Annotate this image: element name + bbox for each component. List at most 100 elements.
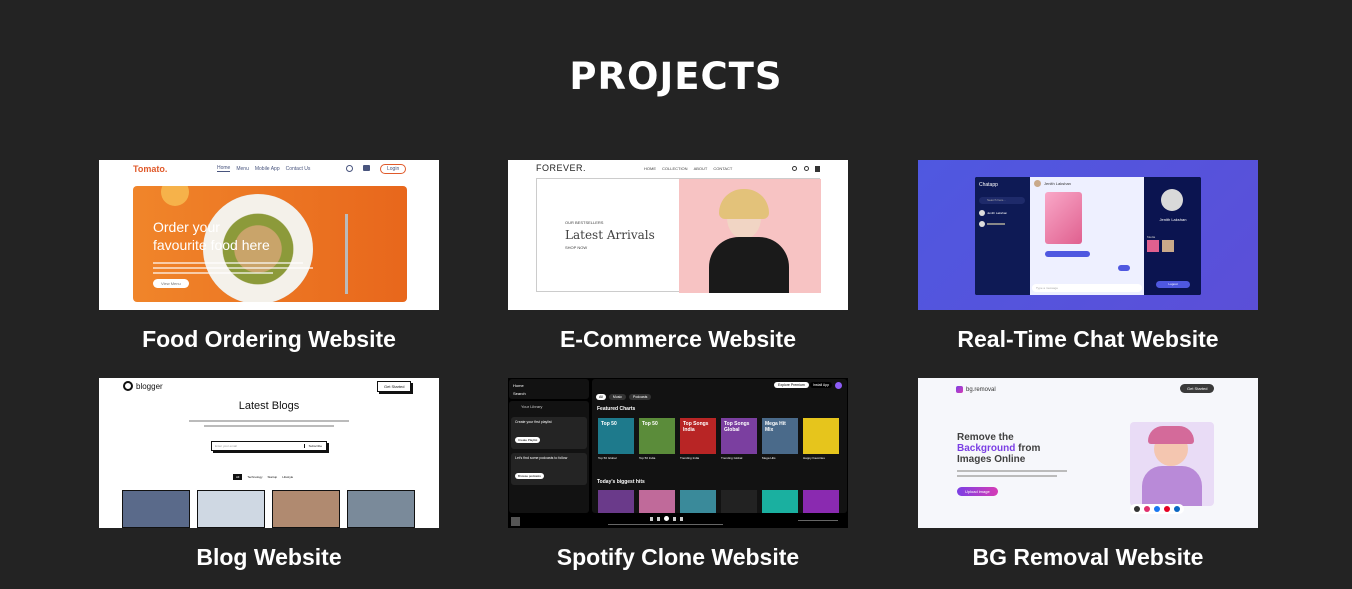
repeat-icon[interactable] <box>680 516 683 521</box>
media-thumbnail[interactable] <box>1147 240 1159 252</box>
search-icon[interactable] <box>346 165 353 172</box>
play-icon[interactable] <box>664 516 669 521</box>
shuffle-icon[interactable] <box>650 516 653 521</box>
food-nav: Home Menu Mobile App Contact Us <box>217 165 310 172</box>
food-logo: Tomato. <box>133 164 168 174</box>
logout-button[interactable]: Logout <box>1156 281 1190 288</box>
hit-card[interactable] <box>639 490 675 513</box>
hit-card[interactable] <box>680 490 716 513</box>
project-card-chat[interactable]: Chatapp Search here... Jenith Lakshan Je… <box>918 160 1258 353</box>
volume-slider[interactable] <box>798 520 838 521</box>
view-menu-button[interactable]: View Menu <box>153 279 189 288</box>
hit-card[interactable] <box>721 490 757 513</box>
project-thumbnail[interactable]: FOREVER. HOME COLLECTION ABOUT CONTACT O… <box>508 160 848 310</box>
facebook-icon[interactable] <box>1154 506 1160 512</box>
blog-subscribe-button[interactable]: Subscribe <box>303 444 326 448</box>
search-icon[interactable] <box>792 166 797 171</box>
project-thumbnail[interactable]: Tomato. Home Menu Mobile App Contact Us … <box>99 160 439 310</box>
x-icon[interactable] <box>1134 506 1140 512</box>
progress-bar[interactable] <box>608 524 723 525</box>
media-thumbnail[interactable] <box>1162 240 1174 252</box>
blog-filter-startup[interactable]: Startup <box>268 475 278 479</box>
project-thumbnail[interactable]: blogger Get Started Latest Blogs Enter y… <box>99 378 439 528</box>
profile-icon[interactable] <box>804 166 809 171</box>
next-icon[interactable] <box>673 516 676 521</box>
blog-post-image[interactable] <box>122 490 190 528</box>
blog-post-image[interactable] <box>272 490 340 528</box>
project-thumbnail[interactable]: Chatapp Search here... Jenith Lakshan Je… <box>918 160 1258 310</box>
person-body-image <box>1142 466 1202 506</box>
chip-podcasts[interactable]: Podcasts <box>629 394 652 400</box>
blog-subtitle-line <box>204 425 334 427</box>
ecom-nav-about[interactable]: ABOUT <box>694 166 708 171</box>
share-icons <box>1130 504 1184 514</box>
spotify-search-link[interactable]: Search <box>513 390 585 398</box>
project-card-blog[interactable]: blogger Get Started Latest Blogs Enter y… <box>99 378 439 571</box>
browse-podcasts-button[interactable]: Browse podcasts <box>515 473 544 479</box>
hit-card[interactable] <box>762 490 798 513</box>
chart-card[interactable]: Mega Hit Mix Mega Hits <box>762 418 798 460</box>
instagram-icon[interactable] <box>1144 506 1150 512</box>
blog-filter-technology[interactable]: Technology <box>247 475 262 479</box>
ecom-nav-collection[interactable]: COLLECTION <box>662 166 688 171</box>
chat-search-input[interactable]: Search here... <box>979 197 1025 204</box>
bg-subtitle-line <box>957 475 1057 477</box>
hit-card[interactable] <box>803 490 839 513</box>
chip-all[interactable]: All <box>596 394 606 400</box>
project-title: BG Removal Website <box>972 544 1204 570</box>
blog-post-image[interactable] <box>197 490 265 528</box>
bg-preview-card <box>1130 422 1214 506</box>
project-card-bg-removal[interactable]: bg.removal Get Started Remove the Backgr… <box>918 378 1258 571</box>
blog-subtitle-line <box>189 420 349 422</box>
blog-get-started-button[interactable]: Get Started <box>377 381 412 392</box>
food-hero-text-line <box>153 272 273 274</box>
bg-get-started-button[interactable]: Get Started <box>1180 384 1215 393</box>
chat-message-input[interactable]: Type a message <box>1032 284 1142 292</box>
project-thumbnail[interactable]: Home Search Your Library Create your fir… <box>508 378 848 528</box>
featured-cards: Top 50 Top 50 Global Top 50 Top 50 India… <box>598 418 839 460</box>
project-card-food-ordering[interactable]: Tomato. Home Menu Mobile App Contact Us … <box>99 160 439 353</box>
chip-music[interactable]: Music <box>608 394 627 400</box>
chat-sidebar: Chatapp Search here... Jenith Lakshan <box>975 177 1030 295</box>
chart-card[interactable]: Top Songs Global Trending Global <box>721 418 757 460</box>
chat-contact-item[interactable] <box>979 221 1005 227</box>
linkedin-icon[interactable] <box>1174 506 1180 512</box>
project-title: Food Ordering Website <box>142 326 396 352</box>
upload-image-button[interactable]: Upload image <box>957 487 998 496</box>
ecom-nav: HOME COLLECTION ABOUT CONTACT <box>644 166 732 171</box>
food-nav-app[interactable]: Mobile App <box>255 166 280 172</box>
project-card-ecommerce[interactable]: FOREVER. HOME COLLECTION ABOUT CONTACT O… <box>508 160 848 353</box>
ecom-shop-now[interactable]: SHOP NOW <box>565 245 587 250</box>
chart-card[interactable]: Top Songs India Trending India <box>680 418 716 460</box>
chart-card[interactable]: Top 50 Top 50 India <box>639 418 675 460</box>
orange-slice-image <box>161 186 189 206</box>
food-nav-home[interactable]: Home <box>217 165 231 172</box>
blog-filter-all[interactable]: All <box>233 474 243 480</box>
project-card-spotify[interactable]: Home Search Your Library Create your fir… <box>508 378 848 571</box>
project-thumbnail[interactable]: bg.removal Get Started Remove the Backgr… <box>918 378 1258 528</box>
blog-email-input[interactable]: Enter your email <box>212 444 304 448</box>
avatar[interactable] <box>835 382 842 389</box>
food-login-button[interactable]: Login <box>380 164 407 174</box>
explore-premium-button[interactable]: Explore Premium <box>774 382 809 388</box>
ecom-nav-home[interactable]: HOME <box>644 166 656 171</box>
chart-card[interactable]: Happy Favorites <box>803 418 839 460</box>
pinterest-icon[interactable] <box>1164 506 1170 512</box>
spotify-home-link[interactable]: Home <box>513 382 585 390</box>
chat-contact-item[interactable]: Jenith Lakshan <box>979 210 1007 216</box>
blog-post-image[interactable] <box>347 490 415 528</box>
previous-icon[interactable] <box>657 516 660 521</box>
create-playlist-button[interactable]: Create Playlist <box>515 437 541 443</box>
hit-card[interactable] <box>598 490 634 513</box>
cart-icon[interactable] <box>815 166 820 172</box>
food-nav-menu[interactable]: Menu <box>236 166 249 172</box>
ecom-nav-contact[interactable]: CONTACT <box>713 166 732 171</box>
spotify-nav-panel: Home Search <box>509 379 589 399</box>
food-nav-contact[interactable]: Contact Us <box>286 166 311 172</box>
chat-app-name: Chatapp <box>979 182 998 188</box>
ecom-model-image <box>679 179 821 293</box>
blog-filter-lifestyle[interactable]: Lifestyle <box>282 475 293 479</box>
install-app-button[interactable]: Install App <box>810 382 833 388</box>
chart-card[interactable]: Top 50 Top 50 Global <box>598 418 634 460</box>
basket-icon[interactable] <box>363 165 370 171</box>
